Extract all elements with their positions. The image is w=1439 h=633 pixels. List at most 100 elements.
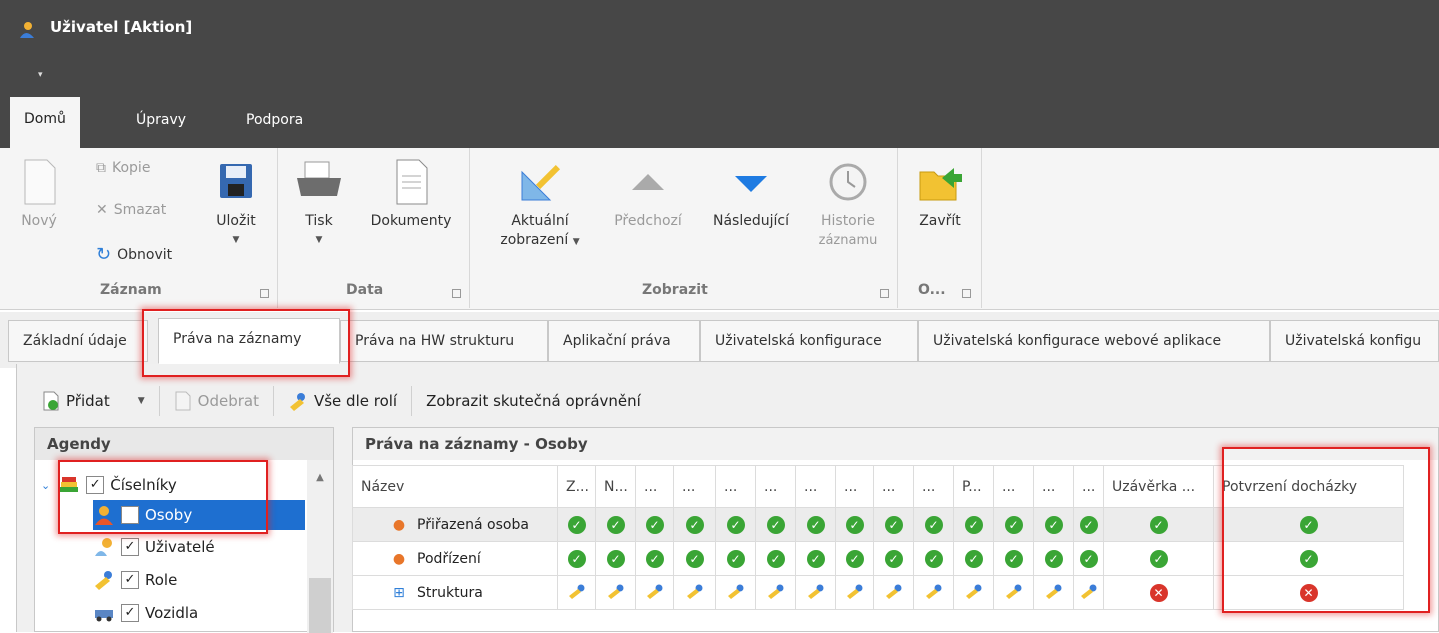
- column-header[interactable]: ...: [755, 465, 796, 508]
- novy-button[interactable]: Nový: [14, 158, 64, 231]
- checkbox[interactable]: ✓: [121, 604, 139, 622]
- permission-cell[interactable]: ✓: [557, 507, 596, 542]
- column-header[interactable]: ...: [795, 465, 836, 508]
- permission-cell[interactable]: ✓: [715, 541, 756, 576]
- permission-cell[interactable]: [715, 575, 756, 610]
- dialog-launcher-icon[interactable]: [962, 289, 971, 298]
- checkbox[interactable]: ✓: [121, 538, 139, 556]
- column-header[interactable]: P...: [953, 465, 994, 508]
- permission-cell[interactable]: [953, 575, 994, 610]
- dialog-launcher-icon[interactable]: [452, 289, 461, 298]
- permission-cell[interactable]: [993, 575, 1034, 610]
- tree-item-role[interactable]: ✓ Role: [93, 565, 177, 595]
- pridat-button[interactable]: Přidat ▼: [28, 386, 160, 416]
- tree-item-vozidla[interactable]: ✓ Vozidla: [93, 598, 198, 628]
- vse-dle-roli-button[interactable]: Vše dle rolí: [274, 386, 413, 416]
- permission-cell[interactable]: ✓: [873, 507, 914, 542]
- permission-cell[interactable]: ✓: [1103, 507, 1214, 542]
- row-name-cell[interactable]: ⊞ Struktura: [352, 575, 558, 610]
- column-header[interactable]: ...: [1073, 465, 1104, 508]
- scroll-up-icon[interactable]: ▲: [307, 472, 333, 483]
- obnovit-button[interactable]: ↻ Obnovit: [96, 244, 172, 265]
- permission-cell[interactable]: [1073, 575, 1104, 610]
- checkbox[interactable]: ✓: [121, 571, 139, 589]
- column-header[interactable]: Uzávěrka ...: [1103, 465, 1214, 508]
- nasledujici-button[interactable]: Následující: [704, 158, 798, 231]
- zobrazit-skutecna-opravneni-button[interactable]: Zobrazit skutečná oprávnění: [412, 386, 655, 416]
- column-header[interactable]: Název: [352, 465, 558, 508]
- permission-cell[interactable]: ✓: [595, 507, 636, 542]
- permission-cell[interactable]: ✓: [1033, 541, 1074, 576]
- permission-cell[interactable]: ✓: [1073, 541, 1104, 576]
- ulozit-button[interactable]: Uložit ▼: [206, 158, 266, 250]
- permission-cell[interactable]: ✓: [635, 507, 674, 542]
- permission-cell[interactable]: ✓: [795, 541, 836, 576]
- permission-cell[interactable]: ✓: [1073, 507, 1104, 542]
- permission-cell[interactable]: ✓: [755, 541, 796, 576]
- tab-prava-na-hw-strukturu[interactable]: Práva na HW strukturu: [340, 320, 548, 362]
- column-header[interactable]: ...: [835, 465, 874, 508]
- kopie-button[interactable]: ⧉ Kopie: [96, 160, 150, 176]
- chevron-down-icon[interactable]: ⌄: [41, 479, 50, 492]
- permission-cell[interactable]: [755, 575, 796, 610]
- tree-item-uzivatele[interactable]: ✓ Uživatelé: [93, 532, 215, 562]
- dialog-launcher-icon[interactable]: [880, 289, 889, 298]
- permission-cell[interactable]: [873, 575, 914, 610]
- column-header[interactable]: ...: [873, 465, 914, 508]
- aktualni-zobrazeni-button[interactable]: Aktuální zobrazení ▼: [490, 158, 590, 252]
- column-header[interactable]: ...: [635, 465, 674, 508]
- row-name-cell[interactable]: ● Podřízení: [352, 541, 558, 576]
- column-header[interactable]: Z...: [557, 465, 596, 508]
- permission-cell[interactable]: ✓: [557, 541, 596, 576]
- column-header[interactable]: N...: [595, 465, 636, 508]
- row-name-cell[interactable]: ● Přiřazená osoba: [352, 507, 558, 542]
- permission-cell[interactable]: ✓: [873, 541, 914, 576]
- permission-cell[interactable]: ✓: [595, 541, 636, 576]
- permission-cell[interactable]: [1033, 575, 1074, 610]
- permission-cell[interactable]: [557, 575, 596, 610]
- permission-cell[interactable]: ✓: [795, 507, 836, 542]
- permission-cell[interactable]: [835, 575, 874, 610]
- dialog-launcher-icon[interactable]: [260, 289, 269, 298]
- ribbon-tab-podpora[interactable]: Podpora: [232, 98, 317, 144]
- tisk-button[interactable]: Tisk ▼: [288, 158, 350, 250]
- permission-cell[interactable]: ✓: [953, 541, 994, 576]
- permission-cell[interactable]: ✓: [953, 507, 994, 542]
- permission-cell[interactable]: ✓: [1033, 507, 1074, 542]
- permission-cell[interactable]: ✓: [835, 541, 874, 576]
- permission-cell[interactable]: [795, 575, 836, 610]
- column-header[interactable]: ...: [993, 465, 1034, 508]
- permission-cell[interactable]: ✓: [673, 507, 716, 542]
- dokumenty-button[interactable]: Dokumenty: [364, 158, 458, 231]
- tab-aplikacni-prava[interactable]: Aplikační práva: [548, 320, 700, 362]
- scroll-thumb[interactable]: [309, 578, 331, 633]
- permission-cell[interactable]: [635, 575, 674, 610]
- tab-uzivatelska-konfigurace-more[interactable]: Uživatelská konfigu: [1270, 320, 1439, 362]
- permission-cell[interactable]: ✕: [1103, 575, 1214, 610]
- column-header[interactable]: ...: [913, 465, 954, 508]
- permission-cell[interactable]: [913, 575, 954, 610]
- permission-cell[interactable]: ✓: [993, 507, 1034, 542]
- historie-zaznamu-button[interactable]: Historie záznamu: [808, 158, 888, 250]
- ribbon-tab-domu[interactable]: Domů: [10, 97, 80, 149]
- permission-cell[interactable]: ✓: [673, 541, 716, 576]
- permission-cell[interactable]: ✓: [913, 541, 954, 576]
- tree-scrollbar[interactable]: ▲: [307, 460, 333, 633]
- column-header[interactable]: ...: [1033, 465, 1074, 508]
- tab-zakladni-udaje[interactable]: Základní údaje: [8, 320, 148, 362]
- column-header[interactable]: ...: [715, 465, 756, 508]
- permission-cell[interactable]: ✓: [1103, 541, 1214, 576]
- smazat-button[interactable]: ✕ Smazat: [96, 202, 166, 218]
- permission-cell[interactable]: ✓: [635, 541, 674, 576]
- chevron-down-icon[interactable]: ▼: [138, 396, 145, 406]
- zavrit-button[interactable]: Zavřít: [908, 158, 972, 231]
- permission-cell[interactable]: ✓: [715, 507, 756, 542]
- quick-access-dropdown[interactable]: ▾: [38, 70, 43, 80]
- permission-cell[interactable]: ✓: [755, 507, 796, 542]
- ribbon-tab-upravy[interactable]: Úpravy: [122, 98, 200, 144]
- permission-cell[interactable]: ✓: [835, 507, 874, 542]
- tab-uzivatelska-konfigurace[interactable]: Uživatelská konfigurace: [700, 320, 918, 362]
- tab-uzivatelska-konfigurace-web[interactable]: Uživatelská konfigurace webové aplikace: [918, 320, 1270, 362]
- predchozi-button[interactable]: Předchozí: [604, 158, 692, 231]
- permission-cell[interactable]: [595, 575, 636, 610]
